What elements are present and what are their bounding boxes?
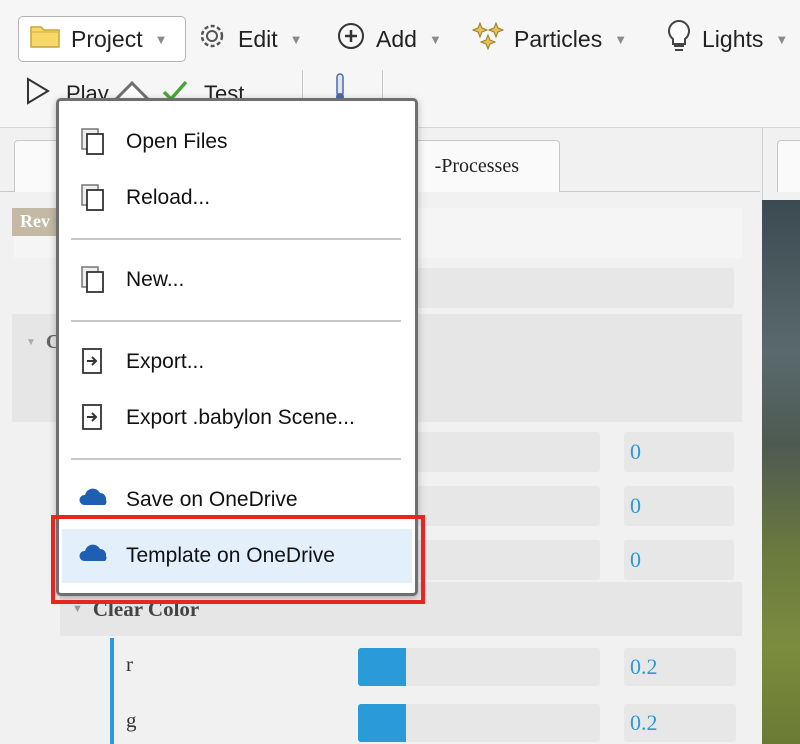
edit-label: Edit: [238, 25, 278, 52]
chevron-down-icon: ▼: [154, 31, 168, 47]
menu-item-export-babylon-scene[interactable]: Export .babylon Scene...: [62, 391, 412, 445]
3d-viewport[interactable]: [762, 200, 800, 744]
add-label: Add: [376, 25, 417, 52]
project-label: Project: [71, 25, 143, 52]
chevron-down-icon: ▼: [428, 31, 442, 47]
lights-menu-button[interactable]: Lights ▼: [666, 16, 788, 62]
chevron-down-icon: ▼: [289, 31, 303, 47]
channel-value-field[interactable]: 0.2: [624, 648, 736, 686]
value-field[interactable]: 0: [624, 486, 734, 526]
name-field[interactable]: [400, 268, 734, 308]
menu-divider: [71, 238, 401, 240]
particles-icon: [471, 20, 505, 58]
menu-item-open-files[interactable]: Open Files: [62, 115, 412, 169]
add-menu-button[interactable]: Add ▼: [336, 16, 442, 62]
menu-item-new[interactable]: New...: [62, 253, 412, 307]
menu-divider: [71, 320, 401, 322]
value-field[interactable]: 0: [624, 432, 734, 472]
plus-circle-icon: [336, 21, 366, 57]
selection-highlight-box: [51, 515, 425, 604]
lightbulb-icon: [666, 19, 692, 59]
files-icon: [78, 127, 108, 157]
menu-item-export[interactable]: Export...: [62, 335, 412, 389]
menu-item-label: Open Files: [126, 130, 228, 153]
channel-value-field[interactable]: 0.2: [624, 704, 736, 742]
files-icon: [78, 183, 108, 213]
export-icon: [78, 347, 108, 377]
menu-item-label: Save on OneDrive: [126, 488, 298, 511]
tab-post-processes-label: -Processes: [434, 155, 519, 177]
tab-viewport[interactable]: [777, 140, 800, 192]
project-menu-button[interactable]: Project ▼: [18, 16, 186, 62]
menu-item-label: New...: [126, 268, 185, 291]
menu-item-reload[interactable]: Reload...: [62, 171, 412, 225]
edit-menu-button[interactable]: Edit ▼: [196, 16, 303, 62]
menu-item-label: Export...: [126, 350, 205, 373]
particles-label: Particles: [514, 25, 603, 52]
files-icon: [78, 265, 108, 295]
channel-label: g: [126, 708, 137, 732]
viewport-tab-area: [762, 128, 800, 200]
onedrive-cloud-icon: [78, 485, 108, 515]
slider-fill: [358, 648, 407, 686]
menu-item-label: Reload...: [126, 186, 211, 209]
triangle-down-icon: ▼: [26, 336, 36, 348]
chevron-down-icon: ▼: [614, 31, 628, 47]
triangle-down-icon: ▼: [72, 603, 83, 615]
menu-divider: [71, 458, 401, 460]
gear-icon: [196, 20, 228, 58]
menu-item-label: Export .babylon Scene...: [126, 406, 355, 429]
channel-label: r: [126, 652, 133, 676]
color-channel-row-g: g 0.2: [110, 694, 742, 744]
particles-menu-button[interactable]: Particles ▼: [471, 16, 628, 62]
lights-label: Lights: [702, 25, 764, 52]
channel-slider[interactable]: [358, 704, 600, 742]
export-icon: [78, 403, 108, 433]
color-channel-row-r: r 0.2: [110, 638, 742, 694]
play-icon: [24, 76, 52, 112]
folder-icon: [29, 23, 61, 55]
channel-slider[interactable]: [358, 648, 600, 686]
value-field[interactable]: 0: [624, 540, 734, 580]
slider-fill: [358, 704, 407, 742]
chevron-down-icon: ▼: [775, 31, 789, 47]
